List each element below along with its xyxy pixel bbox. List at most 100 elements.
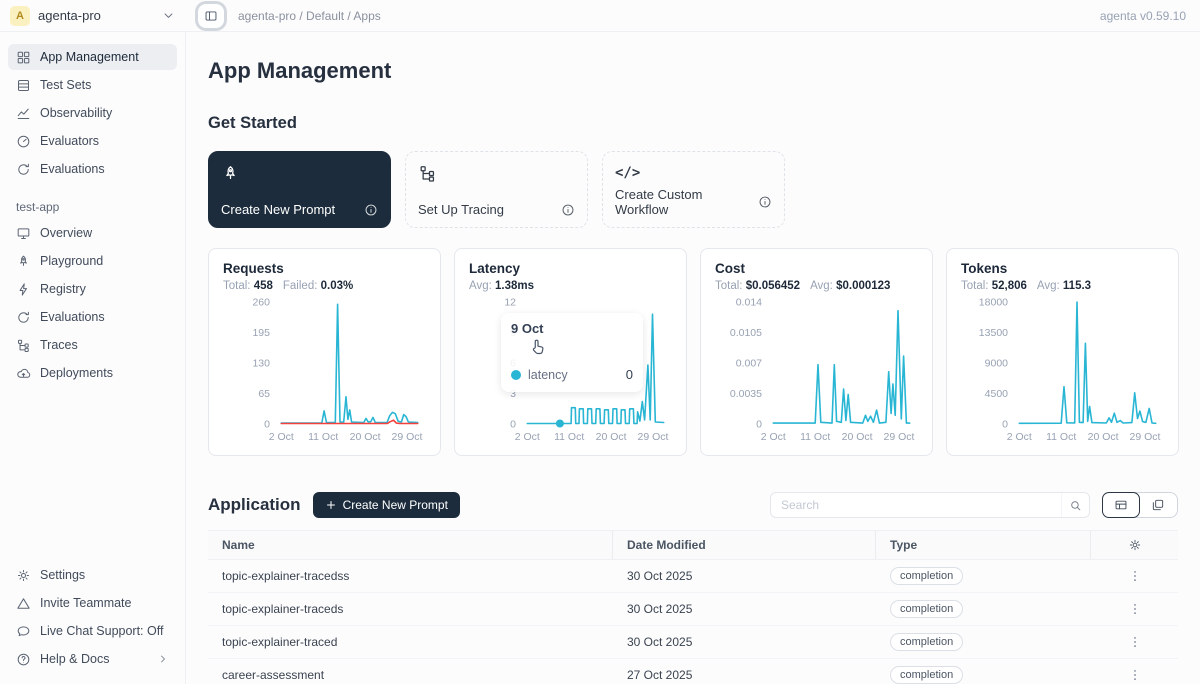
sidebar-item-invite-teammate[interactable]: Invite Teammate <box>8 590 177 616</box>
sidebar-item-label: Registry <box>40 282 86 296</box>
table-icon <box>16 78 31 93</box>
create-custom-workflow-card[interactable]: </> Create Custom Workflow <box>602 151 785 228</box>
sidebar-item-live-chat[interactable]: Live Chat Support: Off <box>8 618 177 644</box>
svg-text:29 Oct: 29 Oct <box>1130 431 1161 443</box>
table-row[interactable]: topic-explainer-traced 30 Oct 2025 compl… <box>208 626 1178 659</box>
sidebar-toggle-button[interactable] <box>198 4 224 28</box>
chat-bubble-icon <box>16 624 31 639</box>
sidebar-item-app-management[interactable]: App Management <box>8 44 177 70</box>
chart-tooltip: 9 Oct latency 0 <box>501 313 643 392</box>
app-type: completion <box>876 666 1091 684</box>
create-new-prompt-button[interactable]: Create New Prompt <box>313 492 460 518</box>
sidebar-item-settings[interactable]: Settings <box>8 562 177 588</box>
table-body: topic-explainer-tracedss 30 Oct 2025 com… <box>208 560 1178 684</box>
column-header-type[interactable]: Type <box>876 531 1091 559</box>
svg-text:260: 260 <box>252 297 270 309</box>
stat-label: Total: <box>715 280 743 292</box>
svg-text:20 Oct: 20 Oct <box>596 431 627 443</box>
column-settings[interactable] <box>1091 538 1178 552</box>
search-input[interactable] <box>771 498 1061 512</box>
svg-text:29 Oct: 29 Oct <box>884 431 915 443</box>
table-row[interactable]: topic-explainer-tracedss 30 Oct 2025 com… <box>208 560 1178 593</box>
sidebar-item-deployments[interactable]: Deployments <box>8 360 177 386</box>
info-icon[interactable] <box>758 195 772 209</box>
sidebar-item-label: Playground <box>40 254 103 268</box>
svg-text:11 Oct: 11 Oct <box>800 431 830 443</box>
sidebar-item-evaluations[interactable]: Evaluations <box>8 156 177 182</box>
table-row[interactable]: career-assessment 27 Oct 2025 completion <box>208 659 1178 684</box>
create-new-prompt-card[interactable]: Create New Prompt <box>208 151 391 228</box>
sidebar-item-label: App Management <box>40 50 139 64</box>
sidebar-item-label: Evaluators <box>40 134 99 148</box>
application-header: Application Create New Prompt <box>208 492 1178 518</box>
gear-icon <box>16 568 31 583</box>
sidebar-item-overview[interactable]: Overview <box>8 220 177 246</box>
sidebar-item-help-docs[interactable]: Help & Docs <box>8 646 177 672</box>
workspace-avatar: A <box>10 6 30 26</box>
sidebar-item-registry[interactable]: Registry <box>8 276 177 302</box>
app-name: career-assessment <box>208 668 613 682</box>
stat-label: Avg: <box>1037 280 1060 292</box>
gear-icon <box>1128 538 1142 552</box>
info-icon[interactable] <box>561 203 575 217</box>
sidebar-item-observability[interactable]: Observability <box>8 100 177 126</box>
sidebar-item-label: Observability <box>40 106 112 120</box>
app-name: topic-explainer-traced <box>208 635 613 649</box>
kebab-menu-icon[interactable] <box>1124 565 1146 587</box>
page-title: App Management <box>208 58 1178 84</box>
sidebar-item-test-sets[interactable]: Test Sets <box>8 72 177 98</box>
bolt-icon <box>16 282 31 297</box>
tokens-card: Tokens Total: 52,806Avg: 115.3 045009000… <box>946 248 1179 456</box>
type-badge: completion <box>890 666 963 684</box>
breadcrumb[interactable]: agenta-pro / Default / Apps <box>238 9 381 23</box>
stat-title: Latency <box>469 261 672 276</box>
svg-text:9000: 9000 <box>985 358 1009 370</box>
requests-chart[interactable]: 0651301952602 Oct11 Oct20 Oct29 Oct <box>223 296 426 446</box>
button-label: Create New Prompt <box>343 498 448 512</box>
rocket-icon <box>16 254 31 269</box>
monitor-icon <box>16 226 31 241</box>
svg-text:0: 0 <box>510 419 516 431</box>
sidebar-item-traces[interactable]: Traces <box>8 332 177 358</box>
kebab-menu-icon[interactable] <box>1124 631 1146 653</box>
sidebar-item-label: Deployments <box>40 366 113 380</box>
svg-text:20 Oct: 20 Oct <box>842 431 873 443</box>
sidebar-app-title: test-app <box>8 194 177 220</box>
table-view-button[interactable] <box>1102 492 1140 518</box>
tokens-chart[interactable]: 04500900013500180002 Oct11 Oct20 Oct29 O… <box>961 296 1164 446</box>
rocket-icon <box>221 162 378 184</box>
view-toggle <box>1102 492 1178 518</box>
get-started-heading: Get Started <box>208 114 1178 133</box>
set-up-tracing-card[interactable]: Set Up Tracing <box>405 151 588 228</box>
type-badge: completion <box>890 600 963 618</box>
sidebar-item-label: Settings <box>40 568 85 582</box>
sidebar-item-label: Test Sets <box>40 78 91 92</box>
svg-text:13500: 13500 <box>979 327 1008 339</box>
table-row[interactable]: topic-explainer-traceds 30 Oct 2025 comp… <box>208 593 1178 626</box>
main-content: App Management Get Started Create New Pr… <box>186 32 1200 684</box>
refresh-icon <box>16 162 31 177</box>
svg-text:0.0105: 0.0105 <box>730 327 762 339</box>
workspace-selector[interactable]: A agenta-pro <box>0 6 186 26</box>
info-icon[interactable] <box>364 203 378 217</box>
stat-title: Requests <box>223 261 426 276</box>
svg-text:0: 0 <box>756 419 762 431</box>
kebab-menu-icon[interactable] <box>1124 598 1146 620</box>
triangle-icon <box>16 596 31 611</box>
sidebar-item-evaluations-app[interactable]: Evaluations <box>8 304 177 330</box>
cost-chart[interactable]: 00.00350.0070.01050.0142 Oct11 Oct20 Oct… <box>715 296 918 446</box>
app-version: agenta v0.59.10 <box>1100 9 1186 23</box>
sidebar-item-evaluators[interactable]: Evaluators <box>8 128 177 154</box>
app-type: completion <box>876 600 1091 618</box>
svg-text:0.014: 0.014 <box>736 297 762 309</box>
sidebar-item-playground[interactable]: Playground <box>8 248 177 274</box>
gauge-icon <box>16 134 31 149</box>
sidebar-item-label: Help & Docs <box>40 652 109 666</box>
tooltip-date: 9 Oct <box>511 321 633 336</box>
column-header-name[interactable]: Name <box>208 531 613 559</box>
search-icon[interactable] <box>1061 493 1089 517</box>
kebab-menu-icon[interactable] <box>1124 664 1146 684</box>
refresh-icon <box>16 310 31 325</box>
card-view-button[interactable] <box>1139 493 1177 517</box>
column-header-date[interactable]: Date Modified <box>613 531 876 559</box>
